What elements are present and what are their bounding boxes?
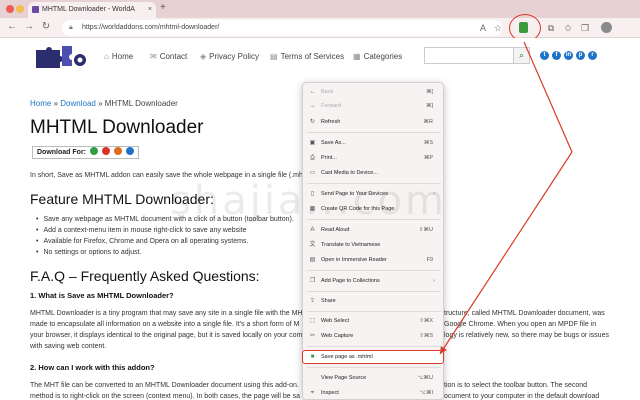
submenu-arrow-icon: ›: [433, 278, 435, 284]
menu-item-save-mhtml[interactable]: ■ Save page as .mhtml: [302, 350, 444, 364]
profile-avatar[interactable]: [601, 22, 612, 33]
faq-answer-2-right: tion is to select the toolbar button. Th…: [444, 382, 600, 400]
menu-item-save-as[interactable]: ▣ Save As... ⌘S: [303, 137, 443, 149]
shield-icon: ◈: [200, 52, 207, 61]
collections-icon[interactable]: ❐: [579, 22, 591, 34]
book-icon: ▤: [309, 257, 316, 263]
chrome-icon[interactable]: [89, 147, 98, 155]
menu-item-inspect[interactable]: ⌖ Inspect ⌥⌘I: [303, 387, 443, 399]
menu-item-view-source[interactable]: View Page Source ⌥⌘U: [303, 372, 443, 384]
nav-categories[interactable]: ▦ Categories: [353, 52, 402, 61]
forward-arrow-icon[interactable]: →: [22, 21, 36, 32]
menu-separator: [307, 270, 441, 271]
address-bar[interactable]: 🔒︎ https://worldaddons.com/mhtml-downloa…: [62, 20, 502, 36]
nav-home[interactable]: ⌂ Home: [104, 52, 133, 61]
menu-item-add-to-collections[interactable]: ❐ Add Page to Collections ›: [303, 275, 443, 287]
mail-icon: ✉: [150, 52, 157, 61]
tab-bar: MHTML Downloader - WorldA × +: [0, 0, 640, 18]
translate-icon: 文: [309, 242, 316, 248]
print-icon: ⎙: [310, 155, 315, 161]
menu-item-web-capture[interactable]: ✂ Web Capture ⇧⌘S: [303, 330, 443, 342]
document-icon: ▤: [270, 52, 278, 61]
menu-separator: [307, 132, 441, 133]
faq-answer-1-right: tructure, called MHTML Downloader docume…: [444, 310, 609, 339]
faq-answer-2: The MHT file can be converted to an MHTM…: [30, 382, 301, 400]
save-icon: ▣: [309, 140, 316, 146]
list-item: Available for Firefox, Chrome and Opera …: [36, 236, 294, 247]
list-item: No settings or options to adjust.: [36, 247, 294, 258]
watermark: shajia...com: [170, 178, 448, 224]
breadcrumb: Home » Download » MHTML Downloader: [30, 99, 178, 108]
menu-item-share[interactable]: ⇪ Share: [303, 295, 443, 307]
speaker-icon: A: [310, 227, 315, 233]
pinterest-icon[interactable]: p: [576, 51, 585, 60]
faq-heading: F.A.Q – Frequently Asked Questions:: [30, 268, 260, 284]
inspect-icon: ⌖: [310, 390, 315, 396]
menu-item-immersive-reader[interactable]: ▤ Open in Immersive Reader F9: [303, 254, 443, 266]
nav-privacy-policy[interactable]: ◈ Privacy Policy: [200, 52, 259, 61]
mhtml-icon: ■: [310, 354, 315, 360]
twitter-icon[interactable]: t: [540, 51, 549, 60]
linkedin-icon[interactable]: in: [564, 51, 573, 60]
menu-item-translate[interactable]: 文 Translate to Vietnamese: [303, 239, 443, 251]
favorite-star-icon[interactable]: ☆: [492, 22, 504, 34]
minimize-window-button[interactable]: [16, 5, 24, 13]
reload-icon[interactable]: ↻: [39, 21, 53, 32]
page-title: MHTML Downloader: [30, 117, 204, 138]
menu-separator: [307, 367, 441, 368]
reddit-icon[interactable]: r: [588, 51, 597, 60]
new-tab-button[interactable]: +: [160, 2, 166, 13]
site-search-input[interactable]: [424, 47, 514, 64]
menu-item-back[interactable]: ← Back ⌘[: [303, 86, 443, 98]
menu-item-web-select[interactable]: ⬚ Web Select ⇧⌘X: [303, 315, 443, 327]
menu-item-forward[interactable]: → Forward ⌘]: [303, 100, 443, 112]
list-item: Add a context-menu item in mouse right-c…: [36, 225, 294, 236]
close-window-button[interactable]: [6, 5, 14, 13]
edge-icon[interactable]: [125, 147, 134, 155]
back-arrow-icon: ←: [309, 89, 316, 95]
context-menu: ← Back ⌘[ → Forward ⌘] ↻ Refresh ⌘R ▣ Sa…: [302, 82, 444, 400]
breadcrumb-home[interactable]: Home: [30, 99, 51, 108]
back-arrow-icon[interactable]: ←: [5, 21, 19, 32]
forward-arrow-icon: →: [309, 103, 316, 109]
menu-separator: [307, 311, 441, 312]
faq-answer-1: MHTML Downloader is a tiny program that …: [30, 310, 303, 350]
download-for-box: Download For:: [32, 146, 139, 159]
tab-close-icon[interactable]: ×: [148, 2, 152, 18]
menu-separator: [307, 291, 441, 292]
faq-question-1: 1. What is Save as MHTML Downloader?: [30, 291, 174, 300]
nav-terms[interactable]: ▤ Terms of Services: [270, 52, 344, 61]
url-text: https://worldaddons.com/mhtml-downloader…: [82, 24, 220, 31]
menu-item-print[interactable]: ⎙ Print... ⌘P: [303, 152, 443, 164]
search-icon[interactable]: ⌕: [513, 47, 530, 64]
faq-question-2: 2. How can I work with this addon?: [30, 363, 155, 372]
share-icon: ⇪: [309, 298, 316, 304]
reader-icon[interactable]: A: [477, 22, 489, 34]
menu-item-read-aloud[interactable]: A Read Aloud ⇧⌘U: [303, 224, 443, 236]
menu-separator: [307, 346, 441, 347]
facebook-icon[interactable]: f: [552, 51, 561, 60]
nav-contact[interactable]: ✉ Contact: [150, 52, 187, 61]
grid-icon: ▦: [353, 52, 361, 61]
select-icon: ⬚: [309, 318, 316, 324]
menu-item-refresh[interactable]: ↻ Refresh ⌘R: [303, 116, 443, 128]
capture-icon: ✂: [309, 333, 316, 339]
collections-icon: ❐: [309, 278, 316, 284]
refresh-icon: ↻: [309, 119, 316, 125]
favorites-icon[interactable]: ✩: [562, 22, 574, 34]
firefox-icon[interactable]: [113, 147, 122, 155]
site-logo[interactable]: [34, 44, 88, 68]
site-favicon-icon: [32, 6, 39, 13]
breadcrumb-download[interactable]: Download: [60, 99, 96, 108]
opera-icon[interactable]: [101, 147, 110, 155]
home-icon: ⌂: [104, 52, 109, 61]
tab-title: MHTML Downloader - WorldA: [42, 6, 135, 13]
breadcrumb-current: MHTML Downloader: [104, 99, 178, 108]
browser-toolbar: ← → ↻ 🔒︎ https://worldaddons.com/mhtml-d…: [0, 18, 640, 38]
browser-tab[interactable]: MHTML Downloader - WorldA ×: [28, 2, 156, 18]
extensions-icon[interactable]: ⧉: [545, 22, 557, 34]
lock-icon: 🔒︎: [69, 24, 73, 31]
